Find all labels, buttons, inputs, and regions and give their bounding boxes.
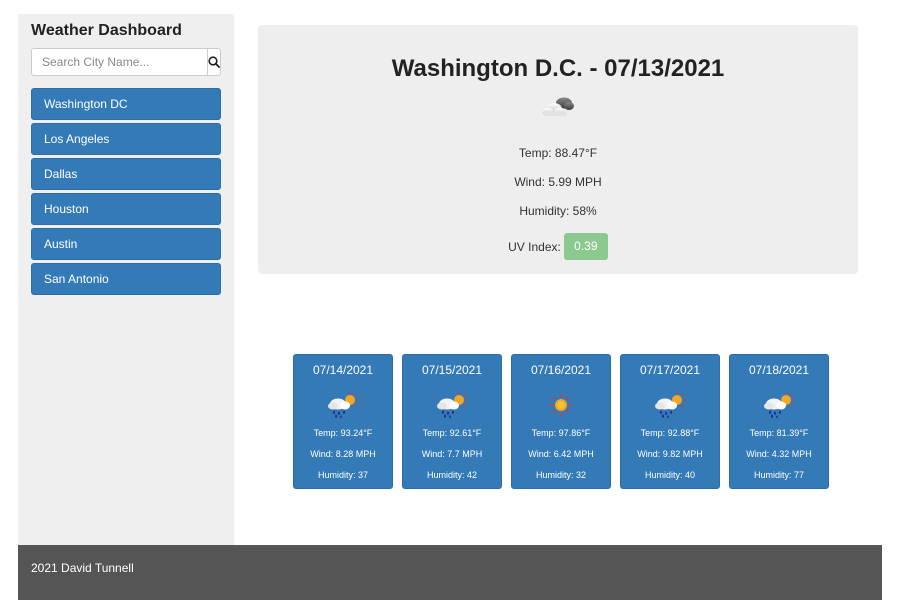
forecast-temp: Temp: 93.24°F [313, 428, 373, 438]
search-button[interactable] [207, 48, 221, 76]
forecast-card: 07/15/2021 Temp: 92.61°F Wind: 7.7 MPH H… [402, 354, 502, 489]
uv-index-badge: 0.39 [563, 233, 608, 260]
forecast-card: 07/17/2021 Temp: 92.88°F Wind: 9.82 MPH … [620, 354, 720, 489]
sun-icon [550, 394, 572, 416]
forecast-temp: Temp: 97.86°F [531, 428, 591, 438]
forecast-humidity: Humidity: 32 [535, 470, 587, 480]
rain-sun-icon [437, 392, 468, 419]
forecast-temp: Temp: 81.39°F [749, 428, 809, 438]
forecast-wind: Wind: 8.28 MPH [310, 449, 376, 459]
sidebar: Weather Dashboard Washington DC Los Ange… [18, 14, 234, 545]
rain-sun-icon [764, 392, 795, 419]
forecast-humidity: Humidity: 42 [426, 470, 478, 480]
current-city-title: Washington D.C. - 07/13/2021 [391, 55, 725, 82]
city-button-los-angeles[interactable]: Los Angeles [31, 123, 221, 155]
rain-sun-icon [655, 392, 686, 419]
current-weather-card: Washington D.C. - 07/13/2021 Temp: 88.47… [258, 25, 858, 274]
forecast-date: 07/18/2021 [748, 363, 810, 377]
city-button-houston[interactable]: Houston [31, 193, 221, 225]
forecast-date: 07/14/2021 [312, 363, 374, 377]
current-temp: Temp: 88.47°F [518, 146, 598, 160]
forecast-card: 07/14/2021 Temp: 93.24°F Wind: 8.28 MPH … [293, 354, 393, 489]
footer: 2021 David Tunnell [18, 545, 882, 600]
city-button-san-antonio[interactable]: San Antonio [31, 263, 221, 295]
sidebar-title: Weather Dashboard [31, 22, 182, 39]
city-button-austin[interactable]: Austin [31, 228, 221, 260]
footer-text: 2021 David Tunnell [31, 561, 134, 575]
search-icon [208, 56, 220, 68]
forecast-card: 07/16/2021 Temp: 97.86°F Wind: 6.42 MPH … [511, 354, 611, 489]
forecast-date: 07/16/2021 [530, 363, 592, 377]
five-day-forecast: 07/14/2021 Temp: 93.24°F Wind: 8.28 MPH … [293, 354, 829, 489]
forecast-humidity: Humidity: 40 [644, 470, 696, 480]
forecast-card: 07/18/2021 Temp: 81.39°F Wind: 4.32 MPH … [729, 354, 829, 489]
cloudy-icon [542, 97, 574, 117]
forecast-date: 07/17/2021 [639, 363, 701, 377]
forecast-wind: Wind: 6.42 MPH [528, 449, 594, 459]
uv-label: UV Index: [508, 239, 561, 254]
forecast-humidity: Humidity: 77 [753, 470, 805, 480]
weather-dashboard-app: Weather Dashboard Washington DC Los Ange… [0, 0, 900, 600]
forecast-date: 07/15/2021 [421, 363, 483, 377]
forecast-humidity: Humidity: 37 [317, 470, 369, 480]
forecast-wind: Wind: 7.7 MPH [421, 449, 483, 459]
rain-sun-icon [328, 392, 359, 419]
current-wind: Wind: 5.99 MPH [514, 175, 602, 189]
uv-row: UV Index: 0.39 [258, 233, 858, 260]
forecast-wind: Wind: 4.32 MPH [746, 449, 812, 459]
current-humidity: Humidity: 58% [519, 204, 597, 218]
search-row [31, 48, 221, 76]
forecast-temp: Temp: 92.61°F [422, 428, 482, 438]
search-input[interactable] [31, 48, 207, 76]
forecast-temp: Temp: 92.88°F [640, 428, 700, 438]
forecast-wind: Wind: 9.82 MPH [637, 449, 703, 459]
city-button-dallas[interactable]: Dallas [31, 158, 221, 190]
city-list: Washington DC Los Angeles Dallas Houston… [31, 88, 221, 295]
city-button-washington-dc[interactable]: Washington DC [31, 88, 221, 120]
